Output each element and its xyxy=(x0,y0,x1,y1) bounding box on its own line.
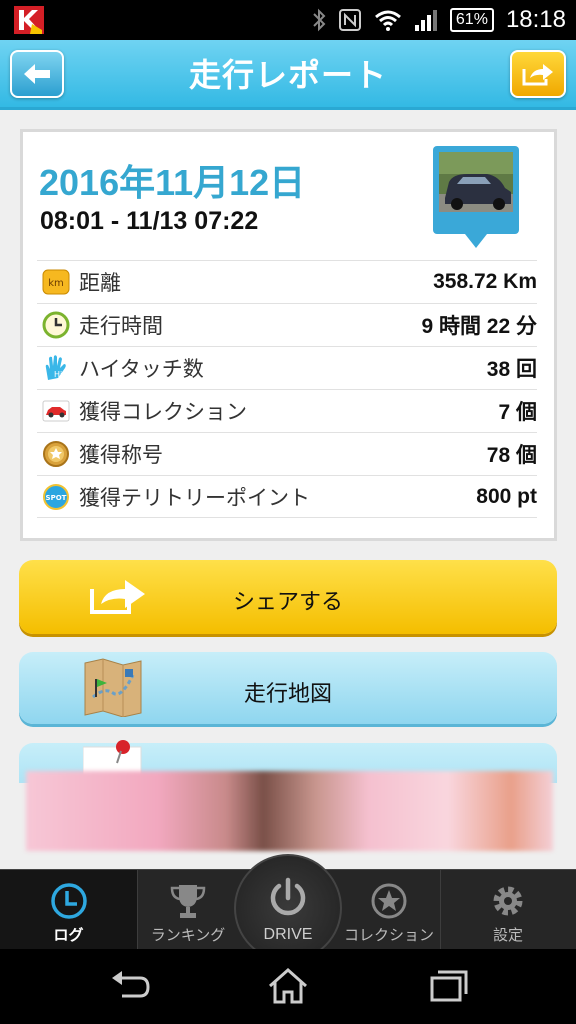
stat-label: 距離 xyxy=(79,271,121,295)
tab-log[interactable]: ログ xyxy=(0,870,137,950)
drive-button-label: DRIVE xyxy=(263,926,313,943)
tab-ranking[interactable]: ランキング xyxy=(137,870,239,950)
stat-row-titles: 獲得称号 78 個 xyxy=(37,432,537,475)
drive-map-button-label: 走行地図 xyxy=(243,682,332,707)
power-icon xyxy=(270,877,306,916)
stats-list: km 距離 358.72 Km 走行時間 9 時間 22 分 Hi ハイタッチ数… xyxy=(37,260,537,518)
app-header: 走行レポート xyxy=(0,40,576,110)
bluetooth-icon xyxy=(313,8,326,32)
stat-value: 38 回 xyxy=(486,358,537,381)
back-nav-icon[interactable] xyxy=(108,966,152,1006)
tab-label: 設定 xyxy=(492,926,523,944)
stat-label: 獲得テリトリーポイント xyxy=(79,485,310,510)
stat-value: 800 pt xyxy=(476,484,537,508)
tab-label: ログ xyxy=(53,926,84,944)
svg-text:SPOT: SPOT xyxy=(46,494,67,502)
stat-value: 78 個 xyxy=(486,444,537,467)
clock-icon xyxy=(41,310,71,340)
share-icon xyxy=(522,64,553,86)
status-bar: 61% 18:18 xyxy=(0,0,576,40)
svg-text:km: km xyxy=(48,278,64,289)
report-card: 2016年11月12日 08:01 - 11/13 07:22 km 距離 35… xyxy=(20,129,557,541)
stat-label: 獲得コレクション xyxy=(79,400,247,424)
stat-label: 獲得称号 xyxy=(79,443,163,467)
stat-label: 走行時間 xyxy=(79,314,163,338)
app-notification-icon xyxy=(14,6,44,34)
stat-row-high-touch: Hi ハイタッチ数 38 回 xyxy=(37,346,537,389)
page-title: 走行レポート xyxy=(188,56,387,94)
stat-value: 358.72 Km xyxy=(433,270,537,293)
spot-icon: SPOT xyxy=(41,482,71,512)
recent-apps-nav-icon[interactable] xyxy=(426,966,470,1006)
wifi-icon xyxy=(374,10,401,31)
clock-time: 18:18 xyxy=(505,6,566,33)
ad-banner[interactable] xyxy=(26,771,553,851)
star-badge-icon xyxy=(371,883,407,919)
trophy-icon xyxy=(170,885,206,918)
home-nav-icon[interactable] xyxy=(266,966,310,1006)
drive-button[interactable]: DRIVE xyxy=(234,854,342,962)
car-photo-pin-icon xyxy=(433,146,519,248)
tab-label: コレクション xyxy=(343,926,434,944)
nfc-icon xyxy=(338,9,361,31)
share-button-label: シェアする xyxy=(232,590,343,615)
stat-label: ハイタッチ数 xyxy=(79,357,204,381)
stat-row-distance: km 距離 358.72 Km xyxy=(37,260,537,303)
km-icon: km xyxy=(41,267,71,297)
stat-row-collection: 獲得コレクション 7 個 xyxy=(37,389,537,432)
stat-row-territory: SPOT 獲得テリトリーポイント 800 pt xyxy=(37,475,537,518)
battery-indicator: 61% xyxy=(449,8,494,32)
share-header-button[interactable] xyxy=(510,50,566,98)
signal-icon xyxy=(414,10,437,31)
car-collection-icon xyxy=(41,396,71,426)
drive-map-button[interactable]: 走行地図 xyxy=(19,652,557,724)
tab-settings[interactable]: 設定 xyxy=(440,870,576,950)
svg-text:Hi: Hi xyxy=(54,370,62,379)
share-button[interactable]: シェアする xyxy=(19,560,557,634)
gear-icon xyxy=(493,886,523,916)
tab-collection[interactable]: コレクション xyxy=(338,870,440,950)
report-date: 2016年11月12日 xyxy=(39,162,306,203)
stat-value: 7 個 xyxy=(498,401,537,424)
system-nav-bar xyxy=(0,949,576,1024)
log-clock-icon xyxy=(50,883,87,919)
stat-value: 9 時間 22 分 xyxy=(421,315,537,338)
report-time-range: 08:01 - 11/13 07:22 xyxy=(40,207,259,235)
high-touch-hand-icon: Hi xyxy=(41,353,71,383)
tab-label: ランキング xyxy=(150,926,226,944)
stat-row-drive-time: 走行時間 9 時間 22 分 xyxy=(37,303,537,346)
medal-icon xyxy=(41,439,71,469)
